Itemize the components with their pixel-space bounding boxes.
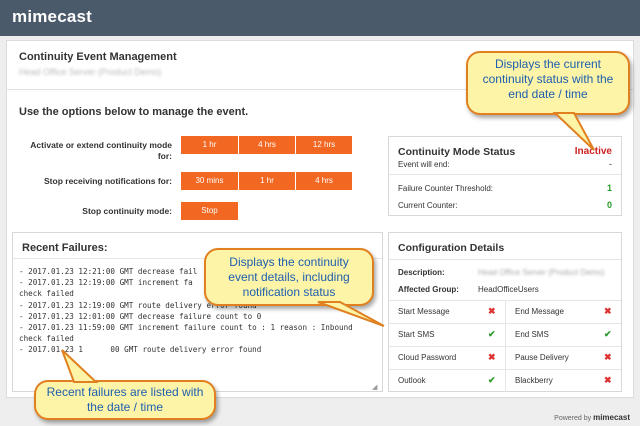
intro-text: Use the options below to manage the even… <box>19 106 249 118</box>
stop-button[interactable]: Stop <box>181 202 238 220</box>
notify-4hrs-button[interactable]: 4 hrs <box>296 172 352 190</box>
notify-30mins-button[interactable]: 30 mins <box>181 172 238 190</box>
description-value: Head Office Server (Product Demo) <box>478 268 605 277</box>
notification-label: Pause Delivery <box>515 353 569 362</box>
stop-label: Stop continuity mode: <box>82 206 172 216</box>
footer: Powered by mimecast <box>554 413 630 422</box>
check-icon: ✔ <box>488 375 496 385</box>
notification-col-divider <box>505 323 506 346</box>
footer-brand: mimecast <box>593 413 630 422</box>
description-label: Description: <box>398 268 445 277</box>
cross-icon: ✖ <box>488 306 496 316</box>
cross-icon: ✖ <box>604 306 612 316</box>
activate-4hrs-button[interactable]: 4 hrs <box>239 136 295 154</box>
config-title: Configuration Details <box>398 242 505 254</box>
affected-group-value: HeadOfficeUsers <box>478 285 539 294</box>
current-counter-label: Current Counter: <box>398 201 458 210</box>
mimecast-logo[interactable]: mimecast <box>12 7 92 27</box>
failure-threshold-label: Failure Counter Threshold: <box>398 184 494 193</box>
notification-col-divider <box>505 369 506 392</box>
failures-title: Recent Failures: <box>22 242 108 254</box>
notification-col-divider <box>505 346 506 369</box>
status-title: Continuity Mode Status <box>398 146 516 158</box>
event-end-value: - <box>609 159 612 169</box>
notifications-label: Stop receiving notifications for: <box>44 176 172 186</box>
check-icon: ✔ <box>488 329 496 339</box>
callout-details: Displays the continuity event details, i… <box>204 248 374 306</box>
cross-icon: ✖ <box>604 375 612 385</box>
notification-label: End SMS <box>515 330 549 339</box>
notification-col-divider <box>505 300 506 323</box>
affected-group-label: Affected Group: <box>398 285 459 294</box>
resize-handle-icon[interactable]: ◢ <box>372 383 377 391</box>
activate-label-line2: for: <box>157 151 172 161</box>
notification-label: Outlook <box>398 376 426 385</box>
notify-1hr-button[interactable]: 1 hr <box>239 172 295 190</box>
status-divider <box>389 174 621 175</box>
activate-1hr-button[interactable]: 1 hr <box>181 136 238 154</box>
top-bar: mimecast <box>0 0 640 36</box>
notification-label: Start SMS <box>398 330 435 339</box>
activate-label: Activate or extend continuity mode for: <box>20 140 172 162</box>
page-subtitle: Head Office Server (Product Demo) <box>19 67 162 77</box>
activate-label-line1: Activate or extend continuity mode <box>30 140 172 150</box>
footer-powered-by: Powered by <box>554 415 592 422</box>
event-end-label: Event will end: <box>398 160 450 169</box>
cross-icon: ✖ <box>604 352 612 362</box>
callout-failures: Recent failures are listed with the date… <box>34 380 216 420</box>
status-state: Inactive <box>574 146 612 157</box>
notification-label: End Message <box>515 307 564 316</box>
notification-label: Start Message <box>398 307 450 316</box>
callout-status: Displays the current continuity status w… <box>466 51 630 115</box>
failure-threshold-value: 1 <box>606 183 612 193</box>
notification-label: Blackberry <box>515 376 553 385</box>
cross-icon: ✖ <box>488 352 496 362</box>
current-counter-value: 0 <box>606 200 612 210</box>
config-divider <box>389 259 621 260</box>
activate-12hrs-button[interactable]: 12 hrs <box>296 136 352 154</box>
check-icon: ✔ <box>604 329 612 339</box>
page-title: Continuity Event Management <box>19 51 177 63</box>
notification-label: Cloud Password <box>398 353 457 362</box>
